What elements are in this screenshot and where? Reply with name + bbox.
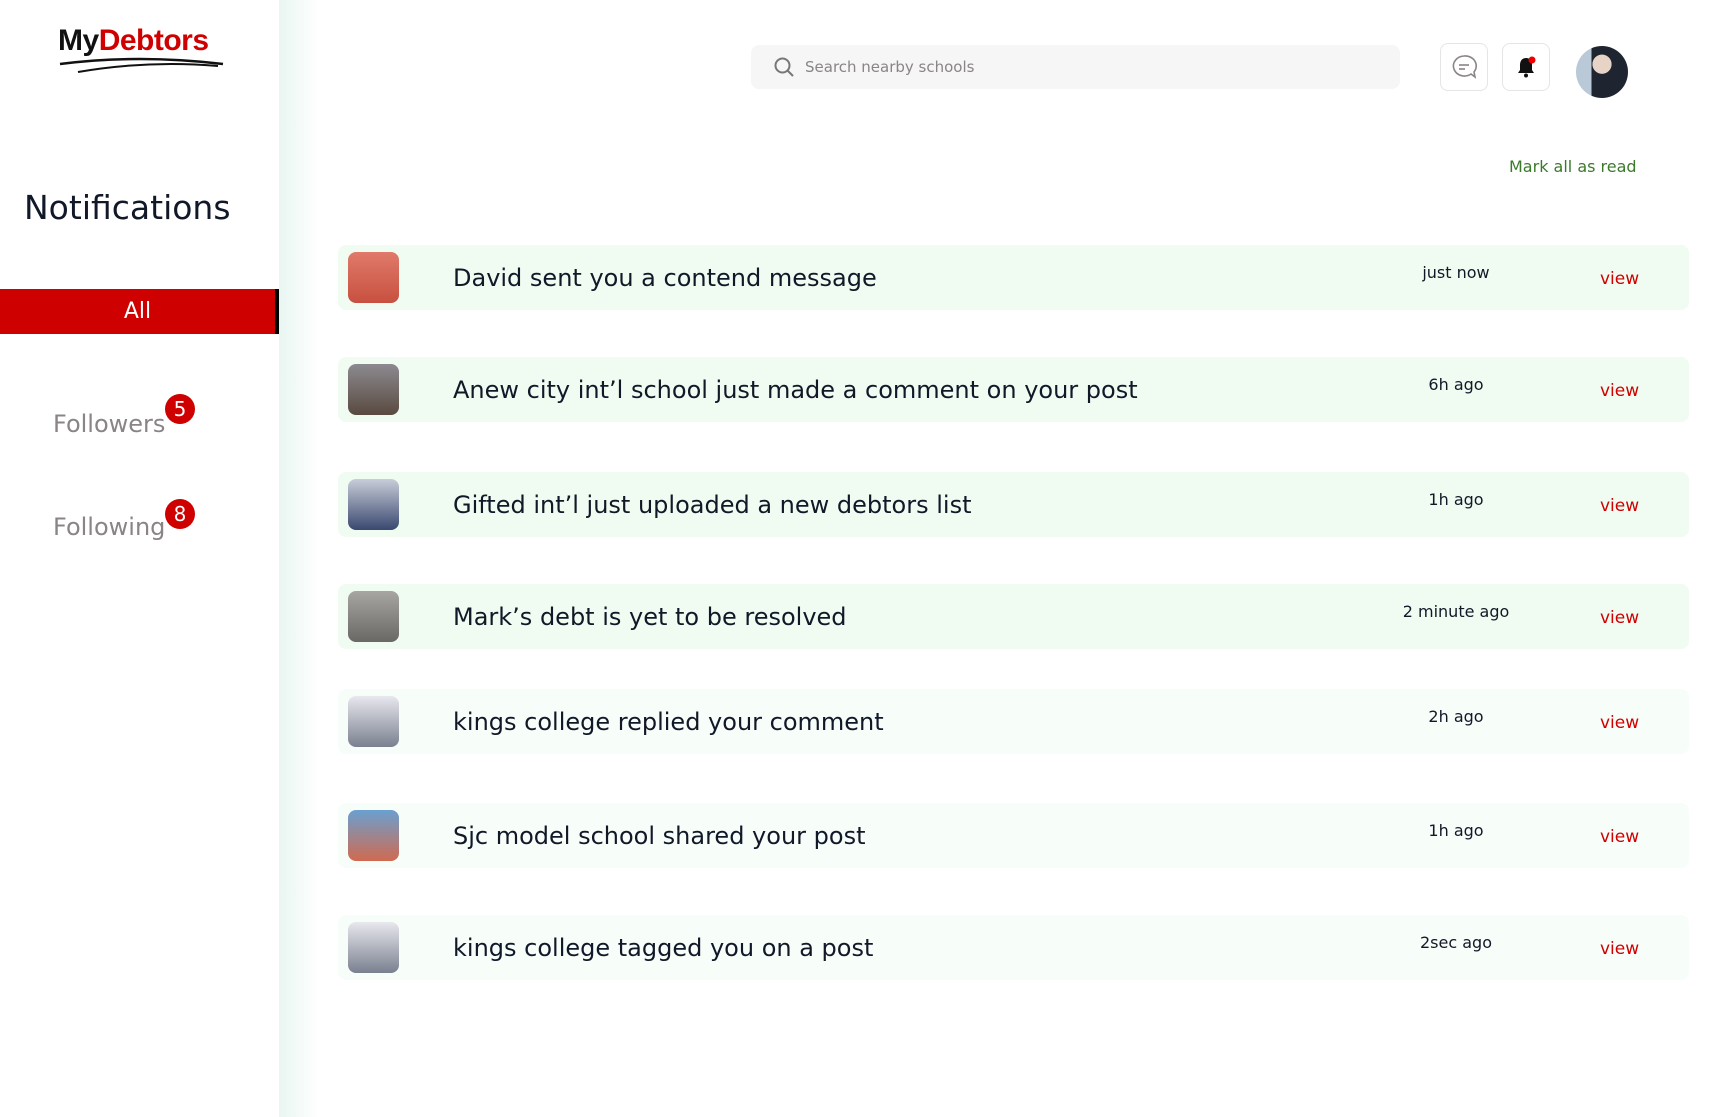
notification-row[interactable]: Mark’s debt is yet to be resolved 2 minu… [338, 584, 1689, 649]
view-link[interactable]: view [1600, 713, 1639, 733]
notification-text: kings college tagged you on a post [453, 933, 874, 962]
notification-avatar [348, 810, 399, 861]
search-input[interactable] [805, 58, 1365, 76]
notification-time: 1h ago [1428, 821, 1484, 840]
notification-avatar [348, 591, 399, 642]
view-link[interactable]: view [1600, 496, 1639, 516]
tab-following[interactable]: Following [53, 513, 165, 541]
view-link[interactable]: view [1600, 608, 1639, 628]
chat-icon [1452, 55, 1478, 79]
bell-icon [1518, 56, 1536, 78]
notification-avatar [348, 479, 399, 530]
mark-all-read-link[interactable]: Mark all as read [1509, 157, 1637, 176]
page-title: Notifications [24, 188, 231, 227]
tab-followers[interactable]: Followers [53, 410, 165, 438]
notification-time: 2 minute ago [1402, 602, 1510, 621]
notification-text: Gifted int’l just uploaded a new debtors… [453, 490, 972, 519]
logo[interactable]: MyDebtors [58, 24, 228, 76]
notification-row[interactable]: Anew city int’l school just made a comme… [338, 357, 1689, 422]
sidebar: MyDebtors Notifications All Followers 5 … [0, 0, 279, 1117]
notification-avatar [348, 696, 399, 747]
view-link[interactable]: view [1600, 381, 1639, 401]
view-link[interactable]: view [1600, 269, 1639, 289]
search-icon [774, 57, 794, 77]
notification-row[interactable]: Gifted int’l just uploaded a new debtors… [338, 472, 1689, 537]
view-link[interactable]: view [1600, 827, 1639, 847]
notification-time: 2sec ago [1420, 933, 1492, 952]
notification-avatar [348, 922, 399, 973]
notification-text: Sjc model school shared your post [453, 821, 866, 850]
notification-time: 6h ago [1428, 375, 1484, 394]
search-bar[interactable] [751, 45, 1400, 89]
following-badge: 8 [165, 499, 195, 529]
notification-row[interactable]: kings college tagged you on a post 2sec … [338, 915, 1689, 980]
logo-swoosh-icon [59, 57, 224, 73]
user-avatar[interactable] [1576, 46, 1628, 98]
notification-time: just now [1422, 263, 1490, 282]
notification-text: Anew city int’l school just made a comme… [453, 375, 1138, 404]
notification-text: Mark’s debt is yet to be resolved [453, 602, 847, 631]
messages-button[interactable] [1440, 43, 1488, 91]
notification-row[interactable]: Sjc model school shared your post 1h ago… [338, 803, 1689, 868]
tab-all[interactable]: All [0, 289, 279, 334]
notification-avatar [348, 364, 399, 415]
notification-row[interactable]: kings college replied your comment 2h ag… [338, 689, 1689, 754]
followers-badge: 5 [165, 394, 195, 424]
view-link[interactable]: view [1600, 939, 1639, 959]
notification-time: 2h ago [1428, 707, 1484, 726]
notification-row[interactable]: David sent you a contend message just no… [338, 245, 1689, 310]
notification-time: 1h ago [1428, 490, 1484, 509]
notifications-button[interactable] [1502, 43, 1550, 91]
sidebar-shadow [279, 0, 319, 1117]
notification-text: David sent you a contend message [453, 263, 877, 292]
notification-avatar [348, 252, 399, 303]
notification-text: kings college replied your comment [453, 707, 884, 736]
